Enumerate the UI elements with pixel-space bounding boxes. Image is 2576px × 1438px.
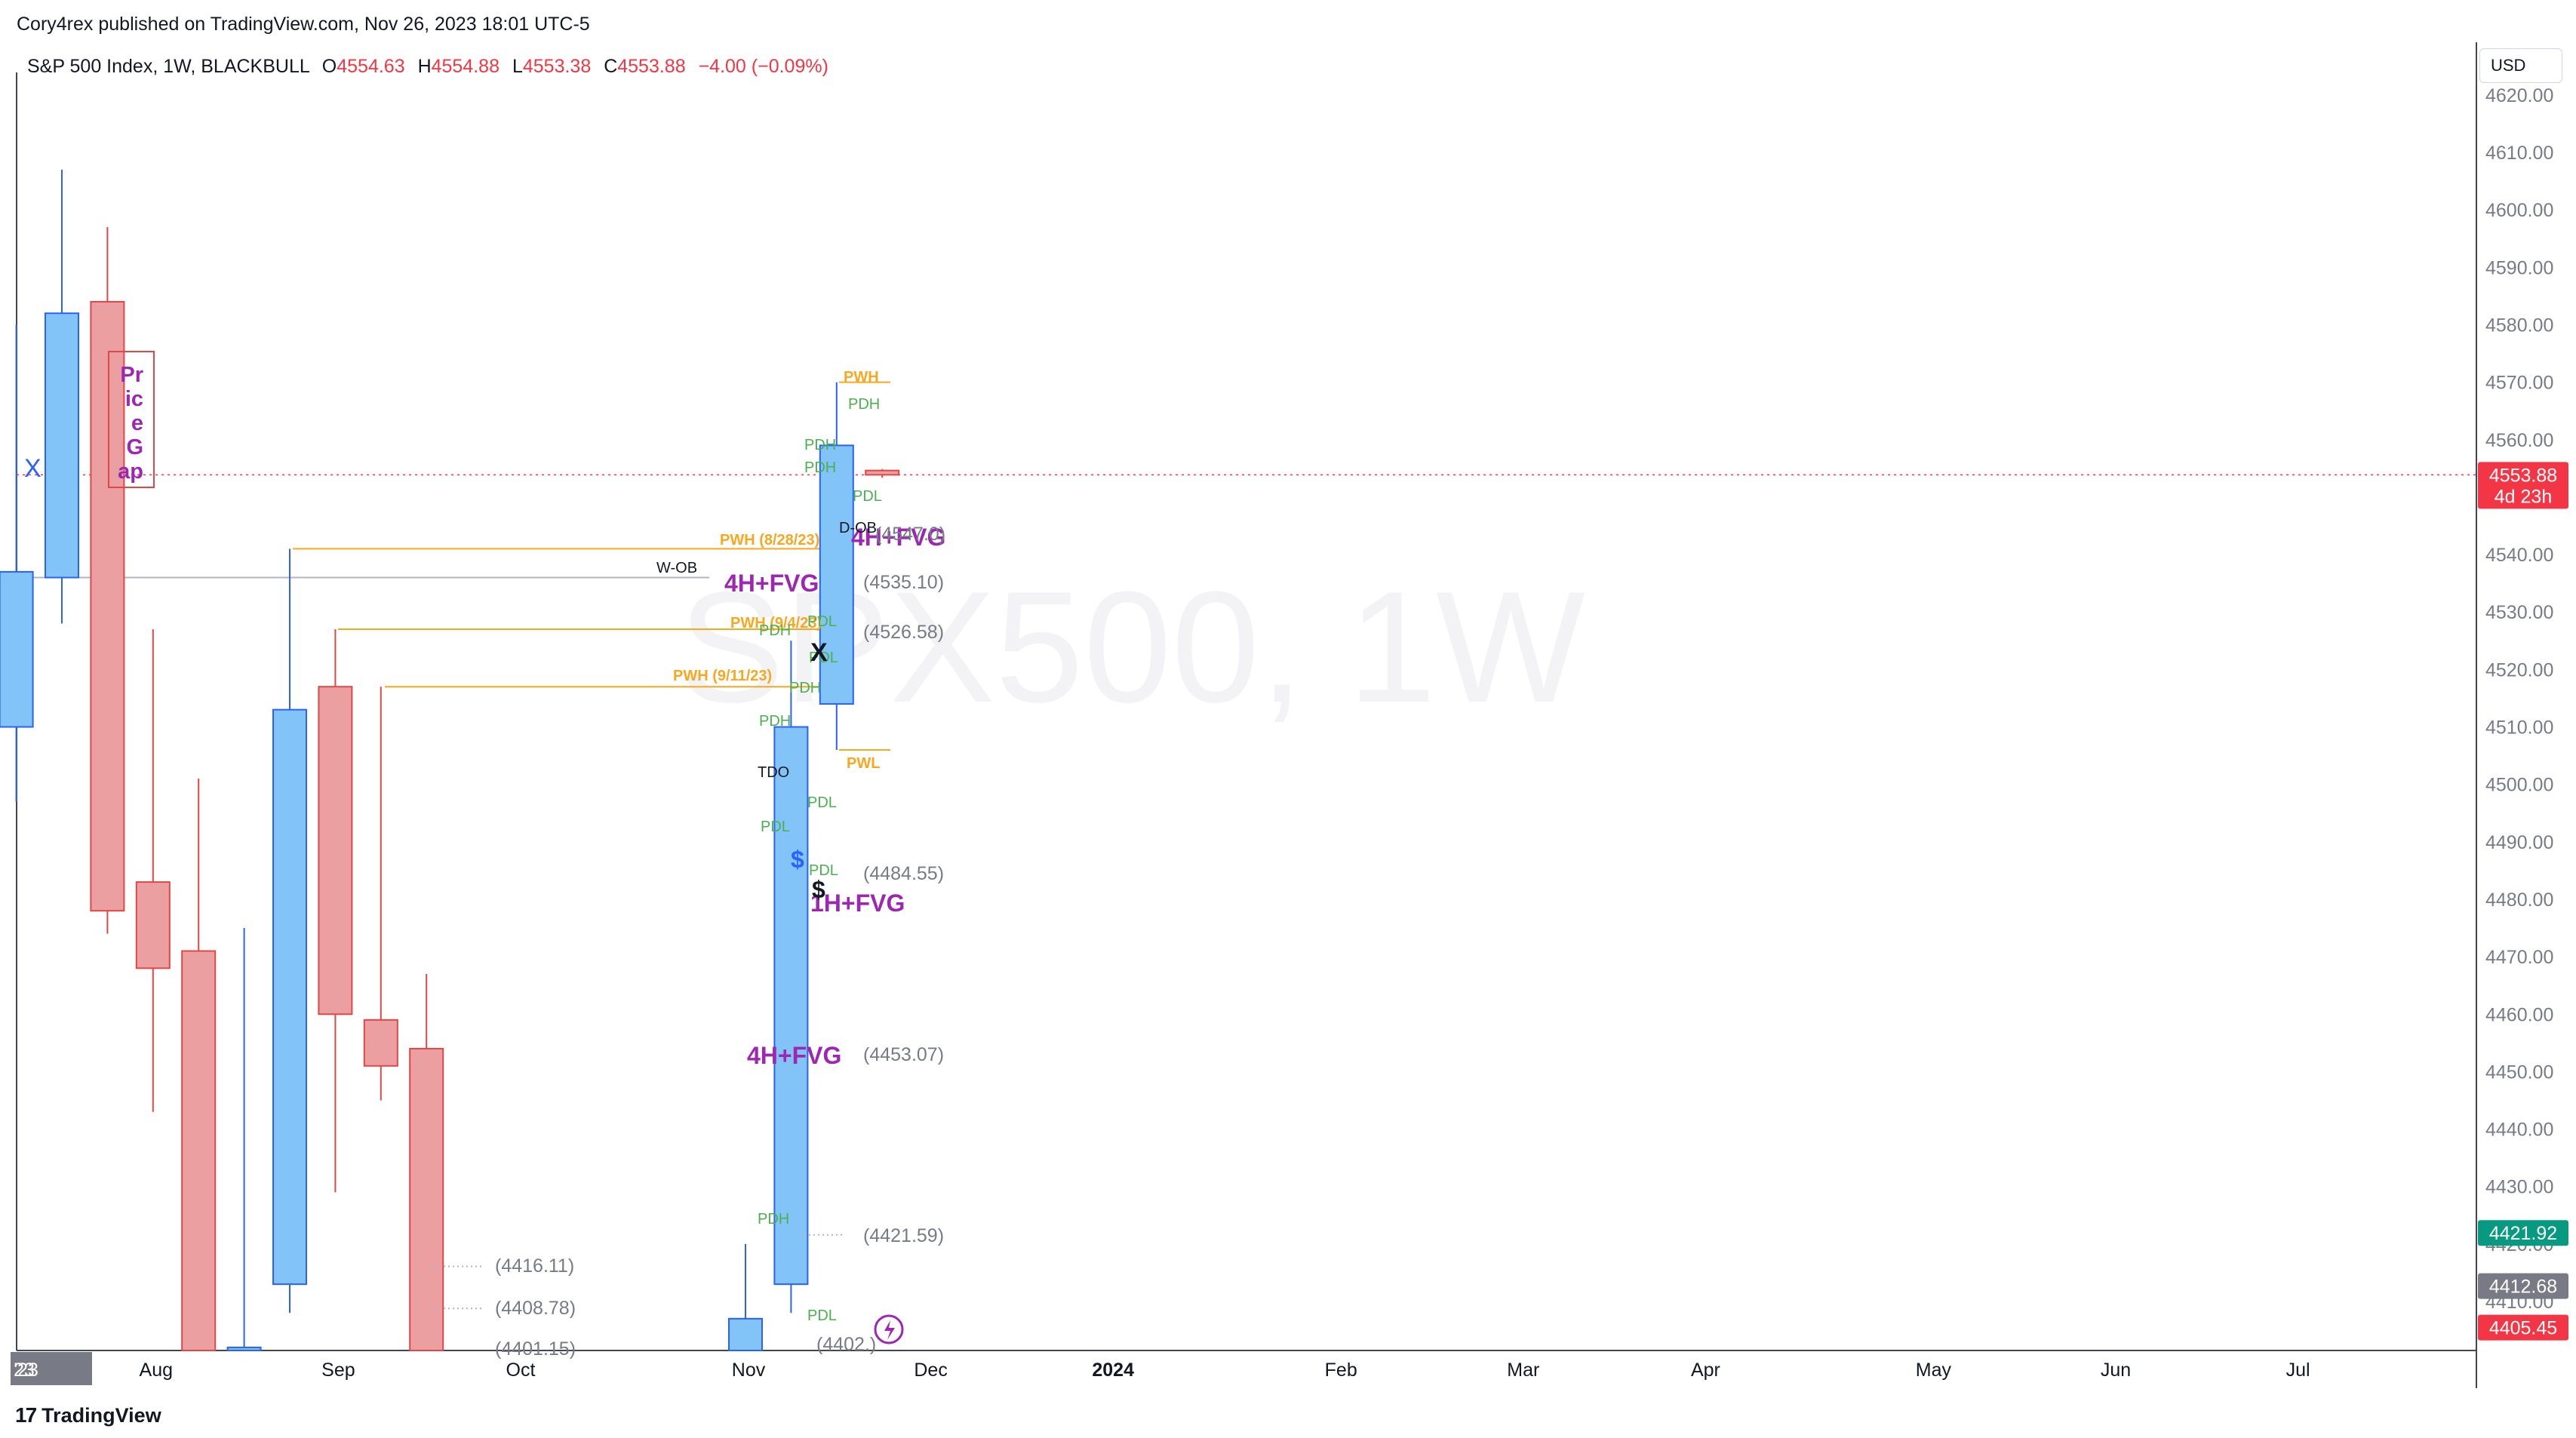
- level-label: (4453.07): [863, 1044, 944, 1065]
- x-mark-left: X: [24, 454, 41, 483]
- level-label: (4484.55): [863, 863, 944, 884]
- candle-body: [363, 1019, 398, 1067]
- y-tick-label: 4470.00: [2485, 947, 2553, 968]
- pdh-label: PDH: [804, 437, 836, 453]
- y-tick-label: 4510.00: [2485, 717, 2553, 739]
- pdl-label: PDL: [807, 613, 837, 630]
- x-tick-label: '23: [14, 1360, 38, 1381]
- candle-body: [865, 469, 900, 476]
- y-tick-label: 4600.00: [2485, 200, 2553, 221]
- y-tick-label: 4440.00: [2485, 1120, 2553, 1141]
- fvg-label: 4H+FVG: [747, 1042, 841, 1069]
- candle-body: [272, 708, 307, 1286]
- fvg-label: 4H+FVG: [724, 570, 819, 597]
- candle-body: [0, 570, 34, 728]
- level-label: (4547.0): [875, 524, 945, 545]
- candle-body: [409, 1047, 444, 1351]
- pwh-label: PWH: [844, 369, 879, 386]
- x-tick-label: Jun: [2101, 1360, 2131, 1381]
- price-gap-label: ap: [118, 459, 143, 484]
- pwl-label: PWL: [847, 755, 880, 772]
- pdh-label: PDH: [758, 1211, 789, 1228]
- x-tick-label: Nov: [732, 1360, 766, 1381]
- y-tick-label: 4610.00: [2485, 143, 2553, 164]
- x-tick-label: Dec: [914, 1360, 947, 1381]
- candle-body: [728, 1317, 763, 1351]
- pdh-label: PDH: [804, 459, 836, 476]
- price-gap-label: ic: [125, 387, 143, 411]
- y-tick-label: 4480.00: [2485, 890, 2553, 911]
- pdl-label: PDL: [853, 488, 882, 505]
- y-tick-label: 4560.00: [2485, 430, 2553, 451]
- y-tick-label: 4490.00: [2485, 832, 2553, 853]
- lightning-icon-bolt: [884, 1320, 895, 1340]
- wob-label: W-OB: [656, 560, 697, 576]
- tdo-label: TDO: [758, 764, 789, 781]
- level-label: (4401.15): [495, 1338, 576, 1360]
- price-gap-label: G: [126, 435, 143, 459]
- y-tick-label: 4540.00: [2485, 545, 2553, 566]
- tradingview-logo-icon: 17: [15, 1403, 37, 1427]
- x-tick-label: Feb: [1325, 1360, 1357, 1381]
- price-axis-value: 4405.45: [2489, 1318, 2557, 1339]
- x-tick-label: May: [1916, 1360, 1952, 1381]
- x-tick-label: Apr: [1691, 1360, 1720, 1381]
- y-tick-label: 4570.00: [2485, 373, 2553, 394]
- y-tick-label: 4430.00: [2485, 1177, 2553, 1198]
- pdh-label: PDH: [759, 713, 791, 730]
- level-label: (4416.11): [495, 1255, 574, 1277]
- candle-body: [773, 726, 809, 1286]
- y-tick-label: 4500.00: [2485, 775, 2553, 796]
- level-label: (4408.78): [495, 1298, 576, 1319]
- price-axis-value: 4421.92: [2489, 1223, 2557, 1244]
- pwh-828-label: PWH (8/28/23): [720, 532, 819, 548]
- candlestick-chart[interactable]: SPX500, 1W4410.004420.004430.004440.0044…: [0, 0, 2576, 1438]
- pdl-label: PDL: [807, 794, 837, 811]
- price-axis-value: 4412.68: [2489, 1277, 2557, 1298]
- pdh-label: PDH: [759, 622, 791, 639]
- brand-name: TradingView: [41, 1403, 161, 1427]
- pdh-label: PDH: [848, 396, 880, 413]
- candle-body: [45, 312, 79, 579]
- candle-body: [90, 300, 125, 912]
- level-label: (4402.): [816, 1334, 876, 1355]
- dob-label: D-OB: [839, 520, 877, 536]
- dollar-sign: $: [791, 846, 804, 873]
- y-tick-label: 4460.00: [2485, 1004, 2553, 1025]
- level-label: (4526.58): [863, 622, 944, 643]
- price-gap-label: e: [131, 411, 143, 435]
- y-tick-label: 4450.00: [2485, 1062, 2553, 1083]
- dollar-sign: $: [812, 876, 825, 903]
- level-label: (4535.10): [863, 572, 944, 593]
- x-tick-label: Jul: [2286, 1360, 2310, 1381]
- x-tick-label: Sep: [321, 1360, 355, 1381]
- pdh-label: PDH: [789, 680, 821, 696]
- y-tick-label: 4590.00: [2485, 257, 2553, 278]
- candle-body: [181, 950, 217, 1351]
- candle-body: [135, 881, 171, 969]
- x-tick-label: Mar: [1507, 1360, 1539, 1381]
- x-tick-label: 2024: [1092, 1360, 1134, 1381]
- y-tick-label: 4520.00: [2485, 659, 2553, 681]
- pdl-label: PDL: [807, 1307, 837, 1324]
- x-tick-label: Aug: [140, 1360, 173, 1381]
- price-gap-label: Pr: [120, 363, 143, 387]
- candle-body: [318, 686, 353, 1016]
- y-tick-label: 4620.00: [2485, 85, 2553, 106]
- pwh-911-label: PWH (9/11/23): [673, 668, 772, 684]
- x-mark: X: [810, 638, 828, 667]
- pdl-label: PDL: [761, 819, 790, 835]
- candle-body: [226, 1346, 262, 1352]
- y-tick-label: 4530.00: [2485, 602, 2553, 623]
- price-axis-value: 4553.88: [2489, 465, 2557, 486]
- x-tick-label: Oct: [506, 1360, 536, 1381]
- y-tick-label: 4580.00: [2485, 315, 2553, 336]
- price-axis-countdown: 4d 23h: [2495, 486, 2552, 507]
- level-label: (4421.59): [863, 1225, 944, 1246]
- tradingview-brand[interactable]: 17 TradingView: [15, 1403, 161, 1427]
